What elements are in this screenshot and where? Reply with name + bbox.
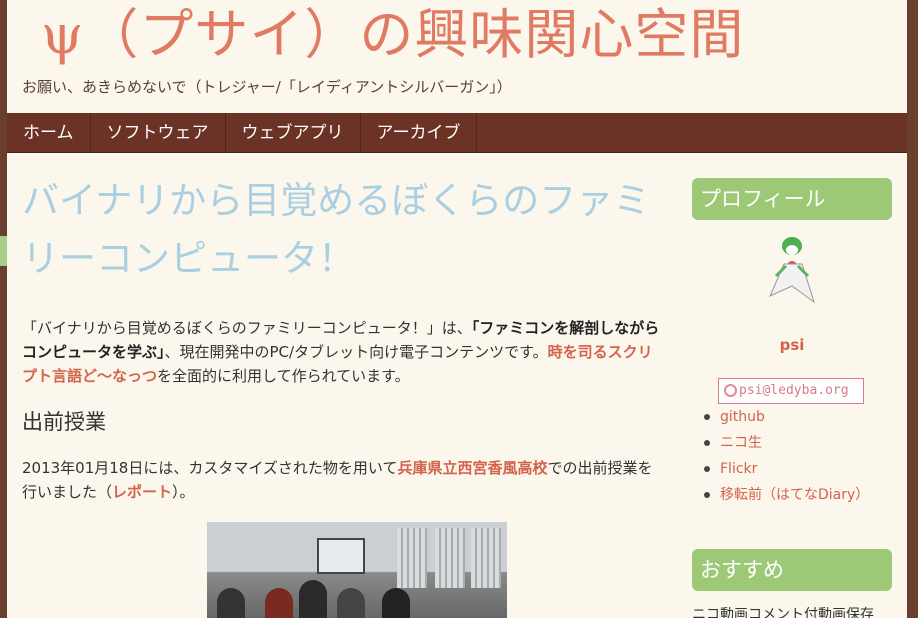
report-link[interactable]: レポート	[112, 483, 172, 501]
site-tagline: お願い、あきらめないで（トレジャー/「レイディアントシルバーガン」）	[22, 78, 512, 96]
left-edge-tab	[0, 236, 7, 266]
profile-widget-title: プロフィール	[692, 178, 892, 220]
avatar	[769, 237, 815, 304]
section-text-1: 2013年01月18日には、カスタマイズされた物を用いて	[22, 459, 398, 477]
intro-paragraph: 「バイナリから目覚めるぼくらのファミリーコンピュータ！」は、「ファミコンを解剖し…	[22, 316, 667, 388]
section-paragraph: 2013年01月18日には、カスタマイズされた物を用いて兵庫県立西宮香風高校での…	[22, 456, 667, 504]
nav-software[interactable]: ソフトウェア	[91, 113, 226, 152]
section-heading: 出前授業	[22, 410, 106, 434]
profile-name[interactable]: psi	[692, 336, 892, 354]
site-header: ψ（プサイ）の興味関心空間 お願い、あきらめないで（トレジャー/「レイディアント…	[7, 0, 907, 114]
link-flickr[interactable]: Flickr	[702, 456, 869, 482]
photo-person	[217, 588, 245, 618]
main-content: バイナリから目覚めるぼくらのファミリーコンピュータ！ 「バイナリから目覚めるぼく…	[22, 172, 667, 618]
school-link[interactable]: 兵庫県立西宮香風高校	[397, 459, 547, 477]
email-text: psi@ledyba.org	[739, 383, 849, 398]
intro-text-2: 、現在開発中のPC/タブレット向け電子コンテンツです。	[164, 343, 548, 361]
main-nav: ホーム ソフトウェア ウェブアプリ アーカイブ	[7, 113, 907, 153]
photo-window	[435, 528, 465, 588]
classroom-photo	[207, 522, 507, 618]
email-icon	[724, 384, 737, 397]
page: ψ（プサイ）の興味関心空間 お願い、あきらめないで（トレジャー/「レイディアント…	[7, 0, 907, 618]
recommend-item[interactable]: ニコ動画コメント付動画保存	[692, 604, 874, 618]
photo-person	[265, 588, 293, 618]
nav-webapp[interactable]: ウェブアプリ	[226, 113, 361, 152]
section-text-3: ）。	[172, 483, 195, 501]
link-hatena[interactable]: 移転前（はてなDiary）	[702, 482, 869, 508]
photo-window	[397, 528, 427, 588]
nav-archive[interactable]: アーカイブ	[361, 113, 478, 152]
link-nicolive[interactable]: ニコ生	[702, 430, 869, 456]
email-image: psi@ledyba.org	[718, 378, 864, 404]
intro-text-1: 「バイナリから目覚めるぼくらのファミリーコンピュータ！」は、	[22, 319, 472, 337]
recommend-widget: おすすめ	[692, 549, 892, 591]
recommend-widget-title: おすすめ	[692, 549, 892, 591]
intro-text-3: を全面的に利用して作られています。	[157, 367, 410, 385]
profile-links: github ニコ生 Flickr 移転前（はてなDiary）	[702, 404, 869, 508]
sidebar: プロフィール psi psi@ledyba.org github ニコ生 Fli…	[692, 178, 892, 618]
photo-person	[337, 588, 365, 618]
site-title[interactable]: ψ（プサイ）の興味関心空間	[41, 0, 907, 70]
link-github[interactable]: github	[702, 404, 869, 430]
photo-person	[382, 588, 410, 618]
photo-person	[299, 580, 327, 618]
photo-projector-screen	[317, 538, 365, 574]
post-title[interactable]: バイナリから目覚めるぼくらのファミリーコンピュータ！	[22, 172, 667, 288]
photo-window	[471, 528, 501, 588]
nav-home[interactable]: ホーム	[7, 113, 91, 152]
